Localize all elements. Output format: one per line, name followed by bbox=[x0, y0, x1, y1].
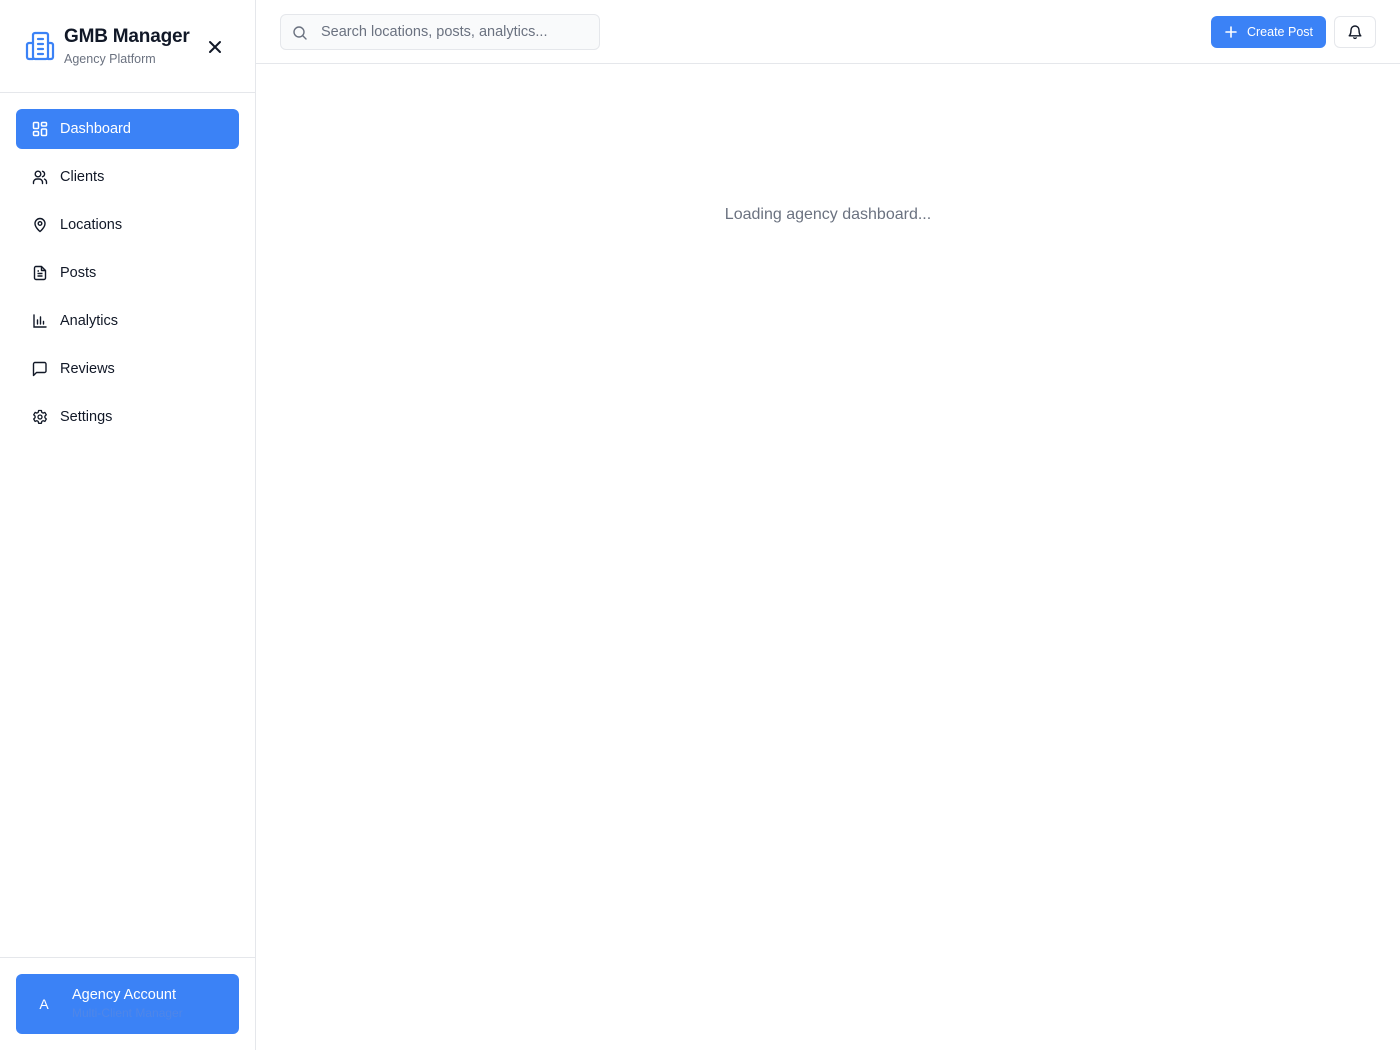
search-input[interactable] bbox=[321, 15, 591, 49]
sidebar-item-clients[interactable]: Clients bbox=[16, 157, 239, 197]
message-square-icon bbox=[32, 361, 48, 377]
sidebar-item-settings[interactable]: Settings bbox=[16, 397, 239, 437]
account-name: Agency Account bbox=[72, 987, 176, 1003]
sidebar-item-label: Dashboard bbox=[60, 121, 131, 137]
close-sidebar-button[interactable] bbox=[204, 36, 226, 58]
account-role: Multi-Client Manager bbox=[72, 1006, 183, 1020]
brand-header: GMB Manager Agency Platform bbox=[0, 0, 255, 93]
bar-chart-icon bbox=[32, 313, 48, 329]
file-text-icon bbox=[32, 265, 48, 281]
loading-message: Loading agency dashboard... bbox=[724, 206, 932, 223]
gear-icon bbox=[32, 409, 48, 425]
sidebar-item-analytics[interactable]: Analytics bbox=[16, 301, 239, 341]
sidebar-item-label: Analytics bbox=[60, 313, 119, 329]
avatar: A bbox=[39, 996, 49, 1012]
top-bar: Create Post bbox=[256, 0, 1400, 64]
dashboard-grid-icon bbox=[32, 121, 48, 137]
create-post-button[interactable]: Create Post bbox=[1211, 16, 1326, 48]
map-pin-icon bbox=[32, 217, 48, 233]
search-box bbox=[280, 14, 600, 50]
app-title: GMB Manager bbox=[64, 26, 190, 47]
plus-icon bbox=[1224, 25, 1238, 39]
create-post-label: Create Post bbox=[1246, 25, 1313, 39]
building-icon bbox=[24, 30, 56, 62]
sidebar-item-dashboard[interactable]: Dashboard bbox=[16, 109, 239, 149]
search-icon bbox=[292, 25, 308, 41]
sidebar-item-label: Locations bbox=[60, 217, 123, 233]
sidebar-item-label: Settings bbox=[60, 409, 113, 425]
sidebar-item-label: Reviews bbox=[60, 361, 115, 377]
sidebar-item-label: Clients bbox=[60, 169, 105, 185]
sidebar-item-label: Posts bbox=[60, 265, 97, 281]
sidebar-item-reviews[interactable]: Reviews bbox=[16, 349, 239, 389]
users-icon bbox=[32, 169, 48, 185]
sidebar-nav: Dashboard Clients Locations Posts Analyt… bbox=[16, 109, 239, 445]
sidebar-item-locations[interactable]: Locations bbox=[16, 205, 239, 245]
sidebar: GMB Manager Agency Platform Dashboard Cl… bbox=[0, 0, 256, 1050]
sidebar-item-posts[interactable]: Posts bbox=[16, 253, 239, 293]
main-content: Loading agency dashboard... bbox=[256, 64, 1400, 1050]
bell-icon bbox=[1347, 24, 1363, 40]
account-card[interactable]: A Agency Account Multi-Client Manager bbox=[16, 974, 239, 1034]
notifications-button[interactable] bbox=[1334, 16, 1376, 48]
sidebar-footer: A Agency Account Multi-Client Manager bbox=[0, 957, 255, 1050]
close-icon bbox=[208, 40, 222, 54]
app-subtitle: Agency Platform bbox=[64, 52, 156, 66]
